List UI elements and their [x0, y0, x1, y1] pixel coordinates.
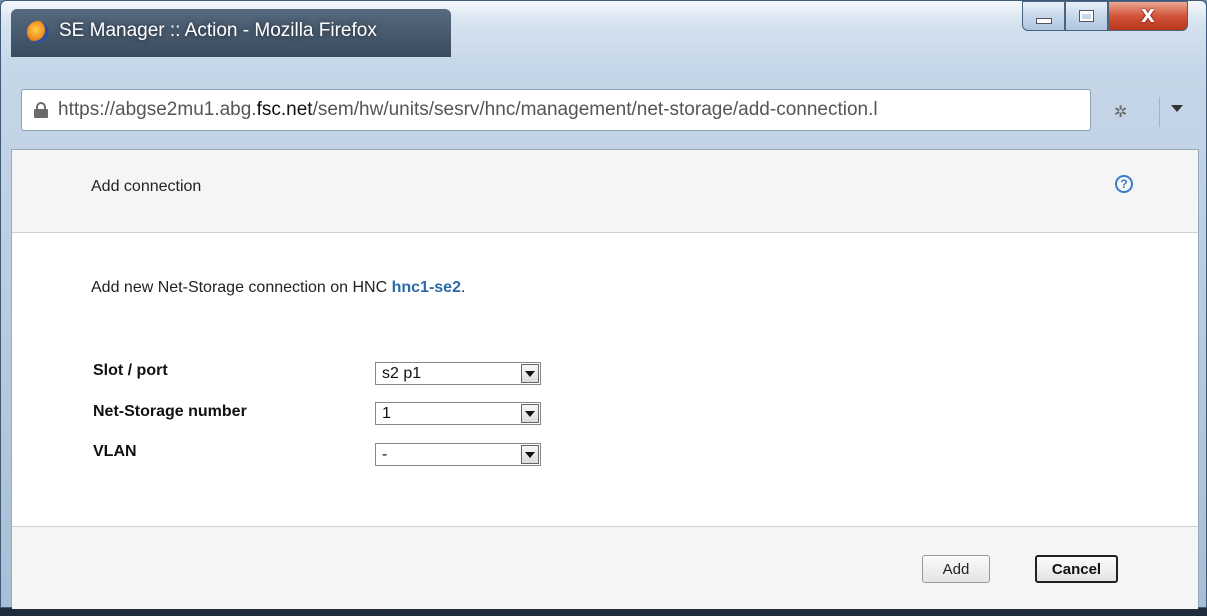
lock-icon	[34, 102, 48, 118]
intro-end: .	[460, 279, 466, 296]
minimize-icon	[1035, 18, 1052, 24]
browser-window: SE Manager :: Action - Mozilla Firefox X…	[0, 0, 1207, 609]
vlan-select[interactable]: -	[375, 443, 541, 466]
maximize-button[interactable]	[1065, 1, 1108, 31]
bug-icon[interactable]: ✲	[1114, 102, 1140, 121]
close-button[interactable]: X	[1108, 1, 1188, 31]
chevron-down-icon[interactable]	[1171, 105, 1183, 112]
firefox-icon	[27, 21, 49, 43]
slot-port-label: Slot / port	[93, 362, 168, 379]
dialog-header: Add connection ?	[12, 150, 1198, 233]
window-title: SE Manager :: Action - Mozilla Firefox	[59, 20, 377, 41]
intro-text: Add new Net-Storage connection on HNC hn…	[91, 279, 465, 297]
dialog-title: Add connection	[91, 178, 202, 195]
maximize-icon	[1079, 10, 1094, 22]
close-icon: X	[1141, 5, 1155, 27]
dialog: Add connection ? Add new Net-Storage con…	[11, 149, 1199, 609]
slot-port-value: s2 p1	[382, 365, 422, 382]
dialog-footer: Add Cancel	[12, 526, 1198, 609]
minimize-button[interactable]	[1022, 1, 1065, 31]
vlan-label: VLAN	[93, 443, 137, 460]
chevron-down-icon[interactable]	[521, 445, 539, 464]
hnc-host-link: hnc1-se2	[391, 279, 461, 296]
add-button[interactable]: Add	[922, 555, 990, 583]
chevron-down-icon[interactable]	[521, 404, 539, 423]
help-icon[interactable]: ?	[1115, 175, 1133, 193]
cancel-button[interactable]: Cancel	[1035, 555, 1118, 583]
net-storage-number-select[interactable]: 1	[375, 402, 541, 425]
net-storage-number-value: 1	[382, 405, 391, 422]
url-prefix: https://abgse2mu1.abg.	[58, 99, 257, 120]
net-storage-number-label: Net-Storage number	[93, 403, 247, 420]
vlan-value: -	[382, 446, 388, 463]
address-bar[interactable]: https://abgse2mu1.abg.fsc.net/sem/hw/uni…	[21, 89, 1091, 131]
url-host: fsc.net	[256, 99, 313, 120]
slot-port-select[interactable]: s2 p1	[375, 362, 541, 385]
intro-prefix: Add new Net-Storage connection on HNC	[91, 279, 392, 296]
chevron-down-icon[interactable]	[521, 364, 539, 383]
url-separator	[1159, 97, 1160, 127]
url-suffix: /sem/hw/units/sesrv/hnc/management/net-s…	[312, 99, 878, 120]
url-text[interactable]: https://abgse2mu1.abg.fsc.net/sem/hw/uni…	[58, 99, 878, 121]
title-bar: SE Manager :: Action - Mozilla Firefox X	[1, 1, 1206, 73]
